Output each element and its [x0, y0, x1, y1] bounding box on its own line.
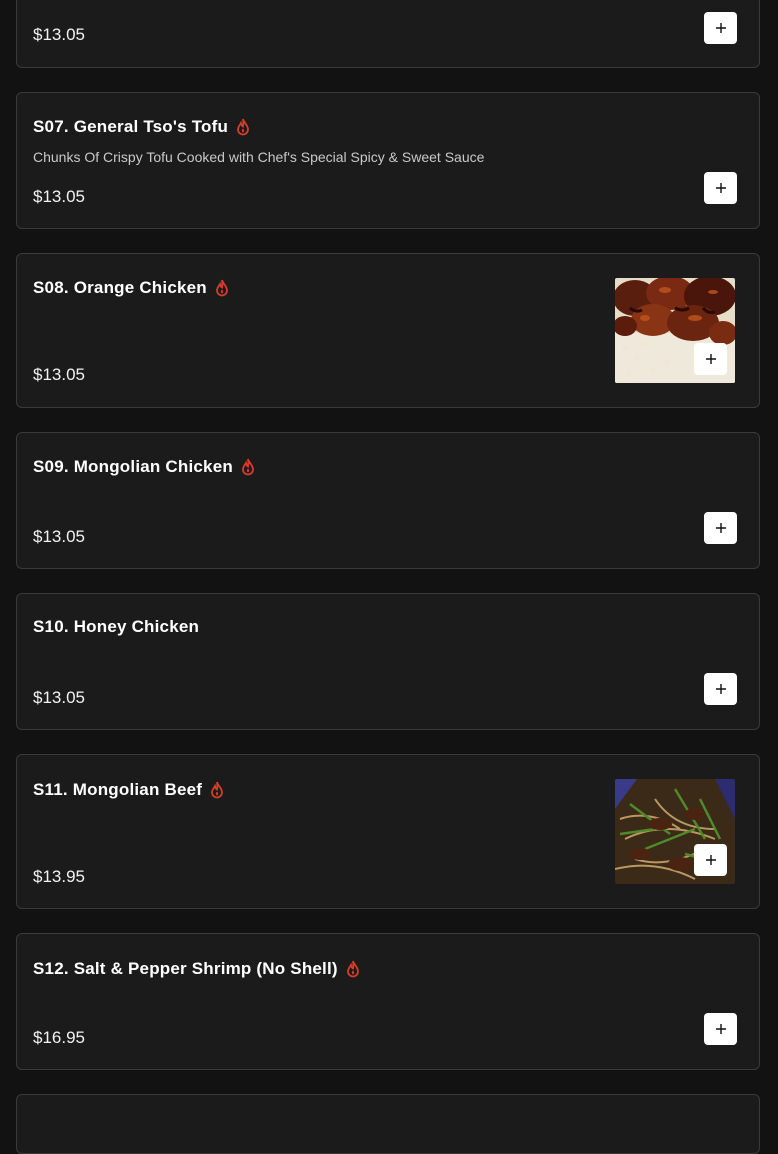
- menu-item-card[interactable]: S09. Mongolian Chicken $13.05: [16, 432, 760, 569]
- item-name: S12. Salt & Pepper Shrimp (No Shell): [33, 959, 338, 978]
- item-price: $13.05: [33, 527, 85, 546]
- add-to-cart-button[interactable]: [704, 12, 737, 44]
- add-to-cart-button[interactable]: [694, 343, 727, 375]
- add-to-cart-button[interactable]: [704, 512, 737, 544]
- item-price: $13.05: [33, 25, 85, 44]
- add-to-cart-button[interactable]: [704, 673, 737, 705]
- item-title[interactable]: S11. Mongolian Beef: [33, 780, 224, 800]
- item-price: $13.05: [33, 365, 85, 384]
- menu-item-card[interactable]: S11. Mongolian Beef $13.95: [16, 754, 760, 909]
- item-title[interactable]: S07. General Tso's Tofu: [33, 117, 250, 137]
- flame-icon: [211, 781, 224, 799]
- plus-icon: [715, 1024, 726, 1034]
- item-title[interactable]: S10. Honey Chicken: [33, 617, 199, 637]
- item-price: $13.05: [33, 688, 85, 707]
- item-name: S08. Orange Chicken: [33, 278, 207, 297]
- menu-item-card[interactable]: S12. Salt & Pepper Shrimp (No Shell) $16…: [16, 933, 760, 1070]
- plus-icon: [715, 684, 726, 694]
- item-name: S07. General Tso's Tofu: [33, 117, 229, 136]
- item-photo[interactable]: [615, 779, 735, 884]
- add-to-cart-button[interactable]: [694, 844, 727, 876]
- menu-item-card[interactable]: S08. Orange Chicken $13.05: [16, 253, 760, 408]
- item-name: S11. Mongolian Beef: [33, 780, 203, 799]
- item-photo[interactable]: [615, 278, 735, 383]
- add-to-cart-button[interactable]: [704, 172, 737, 204]
- flame-icon: [215, 279, 228, 297]
- plus-icon: [705, 855, 716, 865]
- add-to-cart-button[interactable]: [704, 1013, 737, 1045]
- menu-item-card[interactable]: [16, 1094, 760, 1154]
- item-title[interactable]: S09. Mongolian Chicken: [33, 457, 255, 477]
- plus-icon: [715, 23, 726, 33]
- flame-icon: [346, 960, 359, 978]
- menu-item-card[interactable]: S07. General Tso's Tofu Chunks Of Crispy…: [16, 92, 760, 229]
- flame-icon: [242, 458, 254, 476]
- plus-icon: [705, 354, 716, 364]
- item-price: $16.95: [33, 1028, 85, 1047]
- plus-icon: [715, 183, 726, 193]
- item-name: S10. Honey Chicken: [33, 617, 200, 636]
- item-title[interactable]: S08. Orange Chicken: [33, 278, 229, 298]
- flame-icon: [237, 118, 249, 136]
- item-description: Chunks Of Crispy Tofu Cooked with Chef's…: [33, 149, 485, 165]
- menu-item-card[interactable]: S10. Honey Chicken $13.05: [16, 593, 760, 730]
- item-price: $13.95: [33, 867, 85, 886]
- item-name: S09. Mongolian Chicken: [33, 457, 233, 476]
- item-title[interactable]: S12. Salt & Pepper Shrimp (No Shell): [33, 959, 360, 979]
- menu-item-card[interactable]: $13.05: [16, 0, 760, 68]
- item-price: $13.05: [33, 187, 85, 206]
- plus-icon: [715, 523, 726, 533]
